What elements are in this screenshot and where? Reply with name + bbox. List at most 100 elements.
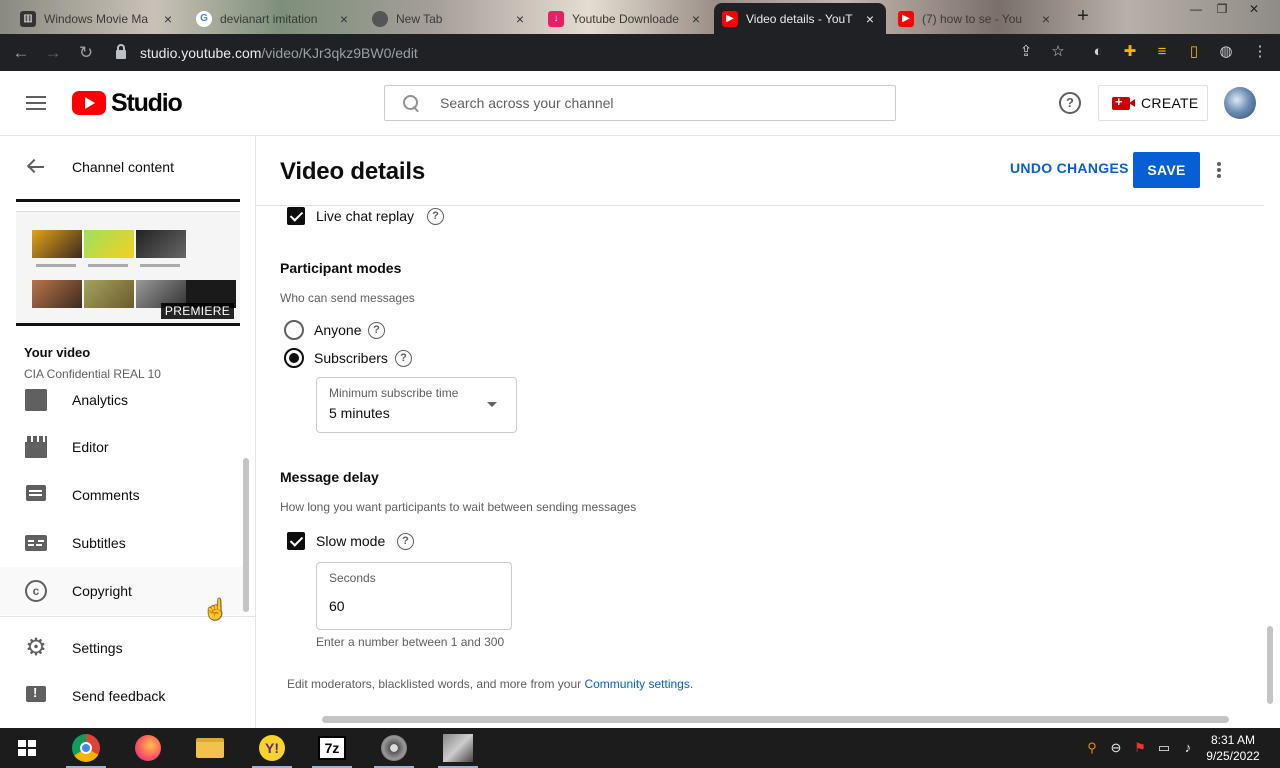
- close-icon[interactable]: ×: [336, 11, 352, 27]
- forward-icon[interactable]: →: [42, 42, 64, 64]
- sidebar-item-analytics[interactable]: Analytics: [0, 376, 245, 424]
- sidebar: Channel content PREMIERE Your video CIA …: [0, 136, 256, 728]
- minimum-subscribe-time-select[interactable]: Minimum subscribe time 5 minutes: [316, 377, 517, 433]
- new-tab-button[interactable]: +: [1072, 6, 1094, 28]
- youtube-icon: ▶: [898, 10, 914, 27]
- puzzle-icon[interactable]: ✚: [1120, 42, 1140, 62]
- window-close-icon[interactable]: ✕: [1242, 0, 1266, 18]
- search-tray-icon[interactable]: ⚲: [1084, 740, 1100, 756]
- message-delay-heading: Message delay: [280, 469, 379, 485]
- undo-changes-button[interactable]: UNDO CHANGES: [1010, 160, 1129, 176]
- close-icon[interactable]: ×: [862, 11, 878, 27]
- create-label: CREATE: [1141, 95, 1199, 111]
- slow-mode-label: Slow mode: [316, 533, 386, 549]
- browser-tab[interactable]: ↓ Youtube Downloade ×: [540, 3, 712, 34]
- restore-icon[interactable]: ❐: [1210, 0, 1234, 18]
- sidebar-item-label: Editor: [72, 439, 109, 455]
- lock-icon: [116, 44, 126, 59]
- feedback-icon: [25, 685, 47, 707]
- gear-icon: ⚙: [25, 634, 47, 661]
- sidebar-item-send-feedback[interactable]: Send feedback: [0, 672, 245, 720]
- search-input[interactable]: [440, 95, 860, 111]
- help-icon[interactable]: ?: [1059, 92, 1081, 114]
- main-content: Video details UNDO CHANGES SAVE Live cha…: [256, 136, 1280, 728]
- movie-maker-icon[interactable]: [370, 728, 418, 768]
- studio-logo-text[interactable]: Studio: [111, 89, 183, 118]
- sidebar-scrollbar[interactable]: [243, 458, 249, 612]
- seconds-field[interactable]: Seconds 60: [316, 562, 512, 630]
- live-chat-replay-label: Live chat replay: [316, 208, 415, 224]
- subtitles-icon: [25, 532, 47, 554]
- field-value[interactable]: 60: [329, 598, 345, 614]
- app-icon[interactable]: [434, 728, 482, 768]
- address-bar[interactable]: studio.youtube.com/video/KJr3qkz9BW0/edi…: [108, 39, 1083, 66]
- sidepanel-icon[interactable]: ▯: [1184, 42, 1204, 62]
- more-options-icon[interactable]: [1217, 162, 1221, 166]
- seconds-hint: Enter a number between 1 and 300: [316, 635, 505, 649]
- youtube-logo-icon[interactable]: [72, 91, 106, 115]
- search-icon: [402, 94, 420, 112]
- video-thumbnail[interactable]: PREMIERE: [16, 199, 240, 326]
- browser-tab[interactable]: ▶ (7) how to se - You ×: [890, 3, 1062, 34]
- chrome-icon[interactable]: [62, 728, 110, 768]
- help-circle-icon[interactable]: ?: [397, 533, 414, 550]
- create-button[interactable]: CREATE: [1098, 85, 1208, 121]
- browser-tab-active[interactable]: ▶ Video details - YouT ×: [714, 3, 886, 34]
- slow-mode-checkbox[interactable]: [287, 532, 305, 550]
- reload-icon[interactable]: ↻: [75, 42, 97, 64]
- save-button[interactable]: SAVE: [1133, 152, 1200, 188]
- 7zip-icon[interactable]: 7z: [308, 728, 356, 768]
- firefox-icon[interactable]: [124, 728, 172, 768]
- close-icon[interactable]: ×: [1038, 11, 1054, 27]
- browser-tab[interactable]: New Tab ×: [364, 3, 536, 34]
- browser-tab[interactable]: ▥ Windows Movie Ma ×: [12, 3, 184, 34]
- yahoo-messenger-icon[interactable]: Y!: [248, 728, 296, 768]
- system-clock[interactable]: 8:31 AM 9/25/2022: [1200, 732, 1266, 764]
- volume-icon[interactable]: ♪: [1180, 740, 1196, 756]
- premiere-badge: PREMIERE: [160, 303, 234, 319]
- sidebar-item-subtitles[interactable]: Subtitles: [0, 519, 245, 567]
- close-icon[interactable]: ×: [512, 11, 528, 27]
- sidebar-item-settings[interactable]: ⚙ Settings: [0, 624, 245, 672]
- share-icon[interactable]: ⇪: [1016, 42, 1036, 62]
- hamburger-icon[interactable]: [26, 96, 46, 110]
- close-icon[interactable]: ×: [160, 11, 176, 27]
- field-label: Seconds: [329, 571, 376, 585]
- community-settings-link[interactable]: Community settings: [584, 677, 689, 691]
- help-circle-icon[interactable]: ?: [427, 208, 444, 225]
- back-icon[interactable]: ←: [10, 42, 32, 64]
- radio-anyone[interactable]: [284, 320, 304, 340]
- menu-icon[interactable]: ⋮: [1250, 42, 1270, 62]
- help-circle-icon[interactable]: ?: [395, 350, 412, 367]
- windows-start-icon[interactable]: [18, 740, 36, 757]
- film-icon: [25, 436, 47, 458]
- sidebar-item-editor[interactable]: Editor: [0, 423, 245, 471]
- windows-taskbar: Y! 7z ⚲ ⊖ ⚑ ▭ ♪ 8:31 AM 9/25/2022: [0, 728, 1280, 768]
- extension-flag-icon[interactable]: ◐: [1088, 42, 1108, 62]
- help-circle-icon[interactable]: ?: [368, 322, 385, 339]
- tab-title: Windows Movie Ma: [44, 11, 149, 26]
- download-icon: ↓: [548, 10, 564, 27]
- main-horizontal-scrollbar[interactable]: [322, 716, 1229, 723]
- star-icon[interactable]: ☆: [1048, 42, 1068, 62]
- avatar[interactable]: [1224, 87, 1256, 119]
- search-box[interactable]: [384, 85, 896, 121]
- close-icon[interactable]: ×: [688, 11, 704, 27]
- tray-circle-icon[interactable]: ⊖: [1108, 740, 1124, 756]
- playlist-icon[interactable]: ≡: [1152, 42, 1172, 62]
- browser-tab[interactable]: G devianart imitation ×: [188, 3, 360, 34]
- back-arrow-icon[interactable]: [27, 158, 45, 176]
- sidebar-item-comments[interactable]: Comments: [0, 471, 245, 519]
- sidebar-item-label: Comments: [72, 487, 140, 503]
- flag-icon[interactable]: ⚑: [1132, 740, 1148, 756]
- minimize-icon[interactable]: —: [1184, 0, 1208, 18]
- clock-time: 8:31 AM: [1210, 733, 1256, 747]
- radio-subscribers[interactable]: [284, 348, 304, 368]
- folder-icon[interactable]: [186, 728, 234, 768]
- participant-modes-heading: Participant modes: [280, 260, 402, 276]
- network-icon[interactable]: ▭: [1156, 740, 1172, 756]
- profile-icon[interactable]: ◍: [1216, 42, 1236, 62]
- main-vertical-scrollbar[interactable]: [1267, 626, 1273, 704]
- live-chat-replay-checkbox[interactable]: [287, 207, 305, 225]
- channel-content-link[interactable]: Channel content: [72, 159, 174, 175]
